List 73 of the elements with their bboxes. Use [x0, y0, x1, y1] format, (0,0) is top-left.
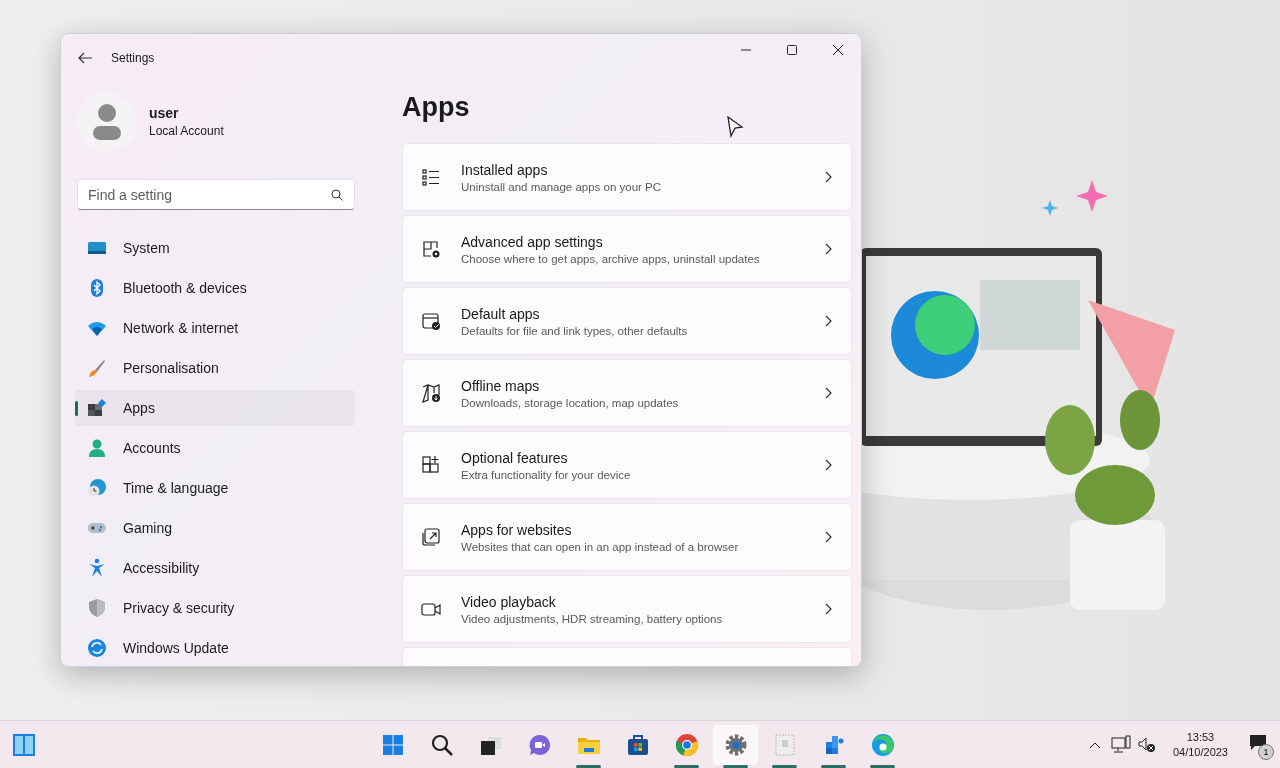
- nav-item[interactable]: Apps: [75, 390, 355, 426]
- nav-item[interactable]: Windows Update: [75, 630, 355, 666]
- card-description: Websites that can open in an app instead of a browser: [461, 540, 740, 553]
- card-title: Default apps: [461, 305, 541, 322]
- card-title: Installed apps: [461, 161, 549, 178]
- blank-icon: [772, 733, 797, 757]
- window-title: Settings: [111, 51, 156, 65]
- notifications-button[interactable]: 1: [1244, 729, 1274, 760]
- settings-icon: [723, 733, 748, 757]
- nav-item[interactable]: System: [75, 230, 355, 266]
- settings-card[interactable]: Default apps Defaults for file and link types, other defaults: [402, 287, 852, 355]
- map-icon: [421, 383, 441, 403]
- nav-item[interactable]: Time & language: [75, 470, 355, 506]
- maximize-icon: [787, 45, 797, 55]
- browser-icon: [674, 733, 699, 757]
- search-field[interactable]: Find a setting: [77, 179, 355, 210]
- gear-grid-icon: [421, 239, 441, 259]
- chevron-icon: [823, 459, 833, 471]
- search-icon: [331, 189, 343, 201]
- open-window-icon: [421, 527, 441, 547]
- card-title: Offline maps: [461, 377, 541, 394]
- shield-icon: [87, 598, 107, 618]
- clock[interactable]: 13:53 04/10/2023: [1162, 731, 1238, 758]
- person-icon: [87, 438, 107, 458]
- nav-item[interactable]: Gaming: [75, 510, 355, 546]
- card-title: Optional features: [461, 449, 569, 466]
- globe-icon: [87, 478, 107, 498]
- apps-icon: [87, 398, 107, 418]
- store-icon: [625, 733, 650, 757]
- card-title: Video playback: [461, 593, 557, 610]
- card-description: Video adjustments, HDR streaming, battery options: [461, 612, 724, 625]
- update-icon: [87, 638, 107, 658]
- settings-card[interactable]: Installed apps Uninstall and manage apps on your PC: [402, 143, 852, 211]
- accessibility-icon: [87, 558, 107, 578]
- widgets-icon[interactable]: [12, 732, 36, 757]
- network-icon[interactable]: [1110, 734, 1131, 755]
- chevron-icon: [823, 531, 833, 543]
- nav-item[interactable]: Network & internet: [75, 310, 355, 346]
- card-description: Choose where to get apps, archive apps, uninstall updates: [461, 252, 761, 265]
- page-title: Apps: [402, 92, 471, 123]
- close-icon: [833, 45, 843, 55]
- settings-card[interactable]: Optional features Extra functionality for your device: [402, 431, 852, 499]
- card-description: Downloads, storage location, map updates: [461, 396, 680, 409]
- card-title: Apps for websites: [461, 521, 573, 538]
- start-icon: [380, 733, 405, 757]
- check-window-icon: [421, 311, 441, 331]
- search-icon: [429, 733, 454, 757]
- chevron-icon: [823, 603, 833, 615]
- settings-card[interactable]: Apps for websites Websites that can open in an app instead of a browser: [402, 503, 852, 571]
- settings-card[interactable]: Video playback Video adjustments, HDR streaming, battery options: [402, 575, 852, 643]
- card-description: Defaults for file and link types, other defaults: [461, 324, 689, 337]
- cursor-icon: [726, 116, 744, 138]
- nav-item[interactable]: Bluetooth & devices: [75, 270, 355, 306]
- card-description: Uninstall and manage apps on your PC: [461, 180, 663, 193]
- nav-item[interactable]: Personalisation: [75, 350, 355, 386]
- chevron-icon: [823, 315, 833, 327]
- chevron-icon: [823, 243, 833, 255]
- card-description: Extra functionality for your device: [461, 468, 632, 481]
- account-name: user: [149, 105, 180, 121]
- nav-item[interactable]: Accessibility: [75, 550, 355, 586]
- add-grid-icon: [421, 455, 441, 475]
- chevron-icon: [823, 171, 833, 183]
- nav-item[interactable]: Accounts: [75, 430, 355, 466]
- list-icon: [421, 167, 441, 187]
- card-title: Advanced app settings: [461, 233, 604, 250]
- account-type: Local Account: [149, 124, 224, 138]
- chevron-icon: [823, 387, 833, 399]
- brush-icon: [87, 358, 107, 378]
- nav-item[interactable]: Privacy & security: [75, 590, 355, 626]
- chat-icon: [527, 733, 552, 757]
- settings-card[interactable]: Advanced app settings Choose where to get apps, archive apps, uninstall updates: [402, 215, 852, 283]
- edge-icon: [870, 733, 895, 757]
- settings-card[interactable]: Offline maps Downloads, storage location, map updates: [402, 359, 852, 427]
